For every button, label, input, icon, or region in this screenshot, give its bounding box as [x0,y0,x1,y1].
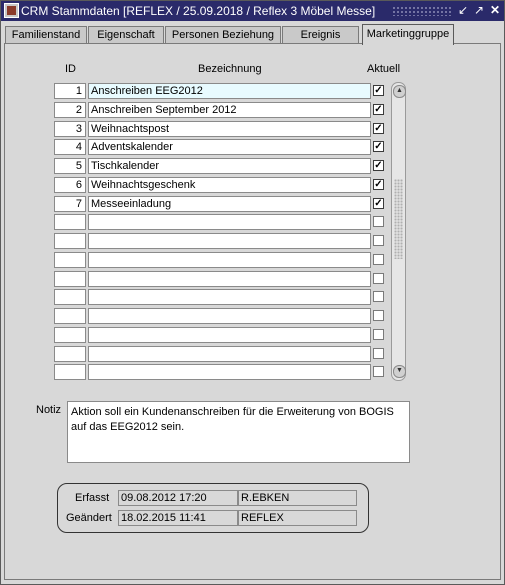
row-1-id-field[interactable]: 1 [54,83,86,99]
row-8-bezeichnung-field[interactable] [88,214,371,230]
tab-personen-beziehung[interactable]: Personen Beziehung [165,26,281,43]
row-2-bezeichnung-field[interactable]: Anschreiben September 2012 [88,102,371,118]
minimize-icon[interactable]: ↙ [456,3,470,18]
row-14-bezeichnung-field[interactable] [88,327,371,343]
row-11-aktuell-checkbox[interactable] [373,273,384,284]
crm-stammdaten-window: CRM Stammdaten [REFLEX / 25.09.2018 / Re… [0,0,505,585]
close-icon[interactable]: ✕ [488,3,502,18]
row-6-id-field[interactable]: 6 [54,177,86,193]
row-6-aktuell-checkbox[interactable]: ✓ [373,179,384,190]
row-2-aktuell-checkbox[interactable]: ✓ [373,104,384,115]
geaendert-label: Geändert [66,512,112,524]
row-11-id-field[interactable] [54,271,86,287]
erfasst-user-field: R.EBKEN [238,490,357,506]
row-4-id-field[interactable]: 4 [54,139,86,155]
row-9-aktuell-checkbox[interactable] [373,235,384,246]
row-4-bezeichnung-field[interactable]: Adventskalender [88,139,371,155]
row-2-id-field[interactable]: 2 [54,102,86,118]
column-header-aktuell: Aktuell [367,63,401,75]
row-15-bezeichnung-field[interactable] [88,346,371,362]
row-3-aktuell-checkbox[interactable]: ✓ [373,123,384,134]
row-16-aktuell-checkbox[interactable] [373,366,384,377]
column-header-id: ID [65,63,76,75]
row-14-id-field[interactable] [54,327,86,343]
row-9-bezeichnung-field[interactable] [88,233,371,249]
title-bar[interactable]: CRM Stammdaten [REFLEX / 25.09.2018 / Re… [1,1,504,21]
row-14-aktuell-checkbox[interactable] [373,329,384,340]
geaendert-user-field: REFLEX [238,510,357,526]
row-7-id-field[interactable]: 7 [54,196,86,212]
row-13-bezeichnung-field[interactable] [88,308,371,324]
row-8-id-field[interactable] [54,214,86,230]
erfasst-date-field: 09.08.2012 17:20 [118,490,238,506]
window-title: CRM Stammdaten [REFLEX / 25.09.2018 / Re… [21,4,376,18]
row-1-bezeichnung-field[interactable]: Anschreiben EEG2012 [88,83,371,99]
row-4-aktuell-checkbox[interactable]: ✓ [373,141,384,152]
row-16-id-field[interactable] [54,364,86,380]
notiz-label: Notiz [36,404,62,416]
maximize-icon[interactable]: ↗ [472,3,486,18]
row-8-aktuell-checkbox[interactable] [373,216,384,227]
tab-eigenschaft[interactable]: Eigenschaft [88,26,164,43]
row-7-aktuell-checkbox[interactable]: ✓ [373,198,384,209]
row-12-bezeichnung-field[interactable] [88,289,371,305]
row-15-aktuell-checkbox[interactable] [373,348,384,359]
row-12-id-field[interactable] [54,289,86,305]
column-header-bezeichnung: Bezeichnung [198,63,262,75]
row-12-aktuell-checkbox[interactable] [373,291,384,302]
row-13-aktuell-checkbox[interactable] [373,310,384,321]
row-5-aktuell-checkbox[interactable]: ✓ [373,160,384,171]
row-11-bezeichnung-field[interactable] [88,271,371,287]
row-5-id-field[interactable]: 5 [54,158,86,174]
tab-marketinggruppe[interactable]: Marketinggruppe [362,24,454,45]
row-15-id-field[interactable] [54,346,86,362]
row-16-bezeichnung-field[interactable] [88,364,371,380]
row-10-bezeichnung-field[interactable] [88,252,371,268]
row-9-id-field[interactable] [54,233,86,249]
notiz-field[interactable]: Aktion soll ein Kundenanschreiben für di… [67,401,410,463]
scroll-thumb[interactable] [394,179,403,259]
grid-scrollbar[interactable]: ▲ ▼ [391,82,406,381]
title-grip [392,6,452,16]
row-13-id-field[interactable] [54,308,86,324]
app-icon [4,3,19,18]
scroll-up-icon[interactable]: ▲ [393,85,406,98]
row-3-bezeichnung-field[interactable]: Weihnachtspost [88,121,371,137]
scroll-down-icon[interactable]: ▼ [393,365,406,378]
tab-bar: Familienstand Eigenschaft Personen Bezie… [5,24,502,45]
geaendert-date-field: 18.02.2015 11:41 [118,510,238,526]
tab-familienstand[interactable]: Familienstand [5,26,87,43]
row-5-bezeichnung-field[interactable]: Tischkalender [88,158,371,174]
tab-ereignis[interactable]: Ereignis [282,26,359,43]
row-10-aktuell-checkbox[interactable] [373,254,384,265]
row-7-bezeichnung-field[interactable]: Messeeinladung [88,196,371,212]
row-10-id-field[interactable] [54,252,86,268]
erfasst-label: Erfasst [75,492,110,504]
row-6-bezeichnung-field[interactable]: Weihnachtsgeschenk [88,177,371,193]
row-1-aktuell-checkbox[interactable]: ✓ [373,85,384,96]
row-3-id-field[interactable]: 3 [54,121,86,137]
